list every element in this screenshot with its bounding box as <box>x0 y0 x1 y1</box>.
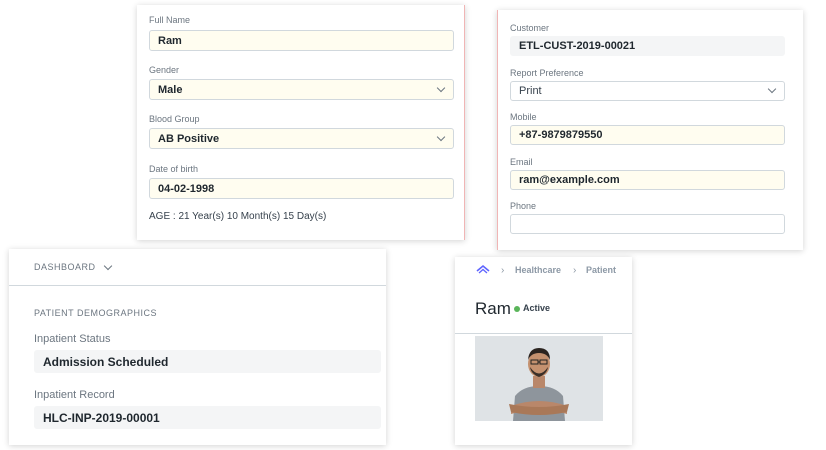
patient-details-card: Full Name Ram Gender Male Blood Group AB… <box>137 5 465 240</box>
gender-select[interactable]: Male <box>149 79 454 100</box>
gender-label: Gender <box>149 65 180 75</box>
breadcrumb-patient[interactable]: Patient <box>586 265 616 275</box>
inpatient-record-label: Inpatient Record <box>34 389 115 401</box>
breadcrumb-healthcare[interactable]: Healthcare <box>515 265 561 275</box>
dashboard-card: DASHBOARD PATIENT DEMOGRAPHICS Inpatient… <box>9 249 386 445</box>
phone-label: Phone <box>510 201 537 211</box>
full-name-label: Full Name <box>149 15 191 25</box>
blood-group-select[interactable]: AB Positive <box>149 128 454 149</box>
email-value: ram@example.com <box>519 174 620 186</box>
dob-input[interactable]: 04-02-1998 <box>149 178 454 199</box>
status-dot-icon <box>514 306 520 312</box>
section-title: PATIENT DEMOGRAPHICS <box>34 308 158 318</box>
report-preference-value: Print <box>519 85 542 97</box>
inpatient-status-field: Admission Scheduled <box>34 350 381 373</box>
dob-label: Date of birth <box>149 164 199 174</box>
email-input[interactable]: ram@example.com <box>510 170 785 190</box>
patient-profile-card: › Healthcare › Patient Ram Active <box>455 257 632 445</box>
mobile-value: +87-9879879550 <box>519 129 603 141</box>
chevron-down-icon <box>767 84 777 94</box>
patient-name: Ram <box>475 299 511 318</box>
customer-details-card: Customer ETL-CUST-2019-00021 Report Pref… <box>497 10 803 250</box>
chevron-right-icon: › <box>501 265 505 276</box>
dashboard-title: DASHBOARD <box>34 262 96 272</box>
blood-group-value: AB Positive <box>158 132 220 145</box>
breadcrumb: › Healthcare › Patient <box>455 257 632 283</box>
chevron-down-icon <box>436 83 446 92</box>
report-preference-label: Report Preference <box>510 68 584 78</box>
chevron-down-icon <box>436 132 446 141</box>
age-text: AGE : 21 Year(s) 10 Month(s) 15 Day(s) <box>149 211 327 222</box>
report-preference-select[interactable]: Print <box>510 81 785 101</box>
full-name-value: Ram <box>158 34 182 47</box>
inpatient-status-label: Inpatient Status <box>34 333 111 345</box>
patient-photo[interactable] <box>475 336 603 421</box>
inpatient-record-value: HLC-INP-2019-00001 <box>43 410 160 425</box>
mobile-label: Mobile <box>510 112 537 122</box>
customer-label: Customer <box>510 23 550 33</box>
chevron-down-icon <box>103 261 113 271</box>
phone-input[interactable] <box>510 214 785 234</box>
inpatient-status-value: Admission Scheduled <box>43 354 169 369</box>
dashboard-header[interactable]: DASHBOARD <box>9 249 386 286</box>
status-badge: Active <box>523 303 551 313</box>
full-name-input[interactable]: Ram <box>149 30 454 51</box>
profile-header: Ram Active <box>455 287 632 334</box>
customer-field[interactable]: ETL-CUST-2019-00021 <box>510 36 785 56</box>
gender-value: Male <box>158 83 183 96</box>
chevron-right-icon: › <box>573 265 577 276</box>
inpatient-record-field[interactable]: HLC-INP-2019-00001 <box>34 406 381 429</box>
blood-group-label: Blood Group <box>149 114 200 124</box>
dob-value: 04-02-1998 <box>158 182 215 195</box>
email-label: Email <box>510 157 533 167</box>
mobile-input[interactable]: +87-9879879550 <box>510 125 785 145</box>
app-logo-icon[interactable] <box>476 264 490 274</box>
customer-value: ETL-CUST-2019-00021 <box>519 40 636 52</box>
